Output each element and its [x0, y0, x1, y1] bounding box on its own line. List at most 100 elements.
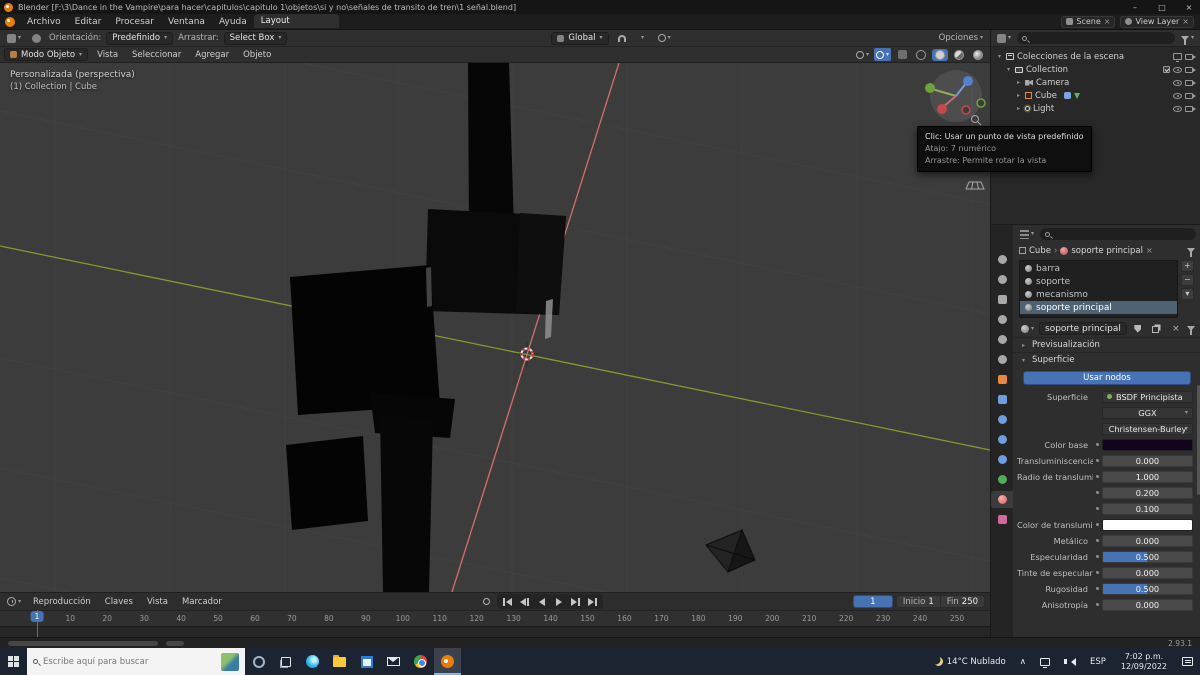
current-frame-field[interactable]: 1 [852, 595, 893, 608]
animate-dot-icon[interactable] [1093, 523, 1102, 526]
start-button[interactable] [0, 648, 27, 675]
view-image-button[interactable] [28, 32, 44, 45]
language-button[interactable]: ESP [1083, 648, 1113, 675]
properties-tab-material[interactable] [991, 491, 1013, 508]
animate-dot-icon[interactable] [1093, 555, 1102, 558]
menu-ventana[interactable]: Ventana [161, 14, 212, 29]
properties-search-input[interactable] [1040, 228, 1196, 240]
expand-icon[interactable]: ▾ [996, 53, 1003, 60]
search-input[interactable] [43, 656, 216, 667]
filter-icon[interactable] [1186, 326, 1195, 335]
properties-tab-texture[interactable] [991, 511, 1013, 528]
shading-material-button[interactable] [951, 49, 967, 61]
cortana-button[interactable] [245, 648, 272, 675]
menu-ayuda[interactable]: Ayuda [212, 14, 254, 29]
file-explorer-button[interactable] [326, 648, 353, 675]
menu-archivo[interactable]: Archivo [20, 14, 68, 29]
blender-taskbar-button[interactable] [434, 648, 461, 675]
use-nodes-button[interactable]: Usar nodos [1023, 371, 1191, 385]
blender-menu-button[interactable] [0, 14, 20, 29]
scene-unlink-icon[interactable]: × [1104, 17, 1111, 26]
viewport-menu-objeto[interactable]: Objeto [236, 50, 278, 60]
section-surface[interactable]: ▾ Superficie [1013, 352, 1200, 367]
properties-tab-output[interactable] [991, 291, 1013, 308]
timeline-ruler[interactable]: 1102030405060708090100110120130140150160… [0, 610, 990, 626]
remove-slot-button[interactable]: − [1180, 274, 1194, 286]
hide-viewport-icon[interactable] [1173, 105, 1182, 112]
slot-specials-button[interactable]: ▾ [1180, 288, 1194, 300]
properties-tab-physics[interactable] [991, 431, 1013, 448]
animate-dot-icon[interactable] [1093, 459, 1102, 462]
properties-tab-object-data[interactable] [991, 471, 1013, 488]
action-center-button[interactable] [1175, 648, 1200, 675]
section-preview[interactable]: ▸ Previsualización [1013, 337, 1200, 352]
viewport-menu-agregar[interactable]: Agregar [188, 50, 236, 60]
menu-procesar[interactable]: Procesar [108, 14, 161, 29]
animate-dot-icon[interactable] [1093, 587, 1102, 590]
shader-selector[interactable]: BSDF Principista [1102, 390, 1193, 403]
signal-model[interactable] [286, 63, 566, 592]
navigation-gizmo[interactable] [925, 70, 986, 122]
jump-to-end-button[interactable] [585, 595, 600, 608]
outliner-row-scene-collection[interactable]: ▾ Colecciones de la escena [991, 50, 1200, 63]
playhead-badge[interactable]: 1 [30, 611, 44, 622]
overlays-toggle[interactable]: ▾ [873, 48, 891, 61]
properties-tab-scene[interactable] [991, 331, 1013, 348]
properties-tab-render[interactable] [991, 271, 1013, 288]
properties-tab-modifiers[interactable] [991, 391, 1013, 408]
outliner-filter-button[interactable]: ▾ [1179, 32, 1196, 45]
viewport-3d[interactable]: Personalizada (perspectiva) (1) Collecti… [0, 63, 990, 592]
collapse-icon[interactable]: ▸ [1015, 79, 1022, 86]
disable-render-icon[interactable] [1185, 105, 1196, 112]
timeline-menu-marcador[interactable]: Marcador [175, 597, 229, 607]
properties-scrollbar[interactable] [1196, 385, 1200, 495]
unlink-material-button[interactable]: × [1168, 322, 1184, 335]
value-slider-anisotrop-a[interactable]: 0.000 [1102, 598, 1193, 611]
outliner-row-cube[interactable]: ▸ Cube [991, 89, 1200, 102]
material-slot-soporte[interactable]: soporte [1020, 275, 1177, 288]
perspective-toggle-icon[interactable] [965, 181, 985, 190]
hide-viewport-icon[interactable] [1173, 79, 1182, 86]
mode-dropdown[interactable]: Modo Objeto ▾ [4, 48, 89, 61]
animate-dot-icon[interactable] [1093, 491, 1102, 494]
unlink-icon[interactable]: × [1146, 246, 1153, 255]
value-slider-rugosidad[interactable]: 0.500 [1102, 582, 1193, 595]
color-swatch-color-de-translumi[interactable] [1102, 518, 1193, 531]
workspace-tab-layout[interactable]: Layout [253, 14, 340, 28]
value-slider-value[interactable]: 0.100 [1102, 502, 1193, 515]
animate-dot-icon[interactable] [1093, 603, 1102, 606]
render-visibility-icon[interactable] [1185, 53, 1196, 60]
transform-orientation-dropdown[interactable]: Global ▾ [551, 31, 609, 45]
store-button[interactable] [353, 648, 380, 675]
value-slider-value[interactable]: 0.200 [1102, 486, 1193, 499]
material-slot-barra[interactable]: barra [1020, 262, 1177, 275]
outliner-row-light[interactable]: ▸ Light [991, 102, 1200, 115]
auto-keyframe-toggle[interactable] [478, 595, 494, 608]
outliner-editor-type-button[interactable]: ▾ [995, 32, 1013, 45]
fake-user-button[interactable] [1130, 322, 1146, 335]
timeline-menu-vista[interactable]: Vista [140, 597, 175, 607]
disable-render-icon[interactable] [1185, 92, 1196, 99]
value-slider-especularidad[interactable]: 0.500 [1102, 550, 1193, 563]
view-layer-unlink-icon[interactable]: × [1182, 17, 1189, 26]
material-name-field[interactable]: soporte principal [1039, 322, 1127, 335]
animate-dot-icon[interactable] [1093, 539, 1102, 542]
breadcrumb-material[interactable]: soporte principal [1071, 246, 1143, 256]
properties-tab-tool[interactable] [991, 251, 1013, 268]
properties-tab-particles[interactable] [991, 411, 1013, 428]
scene-selector[interactable]: Scene × [1061, 15, 1116, 28]
outliner-row-collection[interactable]: ▾ Collection [991, 63, 1200, 76]
outliner-row-camera[interactable]: ▸ Camera [991, 76, 1200, 89]
new-material-button[interactable] [1149, 322, 1165, 335]
editor-type-button[interactable]: ▾ [5, 32, 23, 45]
previous-keyframe-button[interactable] [517, 595, 532, 608]
properties-tab-world[interactable] [991, 351, 1013, 368]
maximize-button[interactable]: □ [1151, 0, 1173, 14]
gizmo-x-neg-axis[interactable] [961, 105, 971, 115]
chrome-button[interactable] [407, 648, 434, 675]
task-view-button[interactable] [272, 648, 299, 675]
properties-tab-object[interactable] [991, 371, 1013, 388]
jump-to-start-button[interactable] [500, 595, 515, 608]
timeline-menu-claves[interactable]: Claves [98, 597, 140, 607]
value-slider-transluminiscencia[interactable]: 0.000 [1102, 454, 1193, 467]
